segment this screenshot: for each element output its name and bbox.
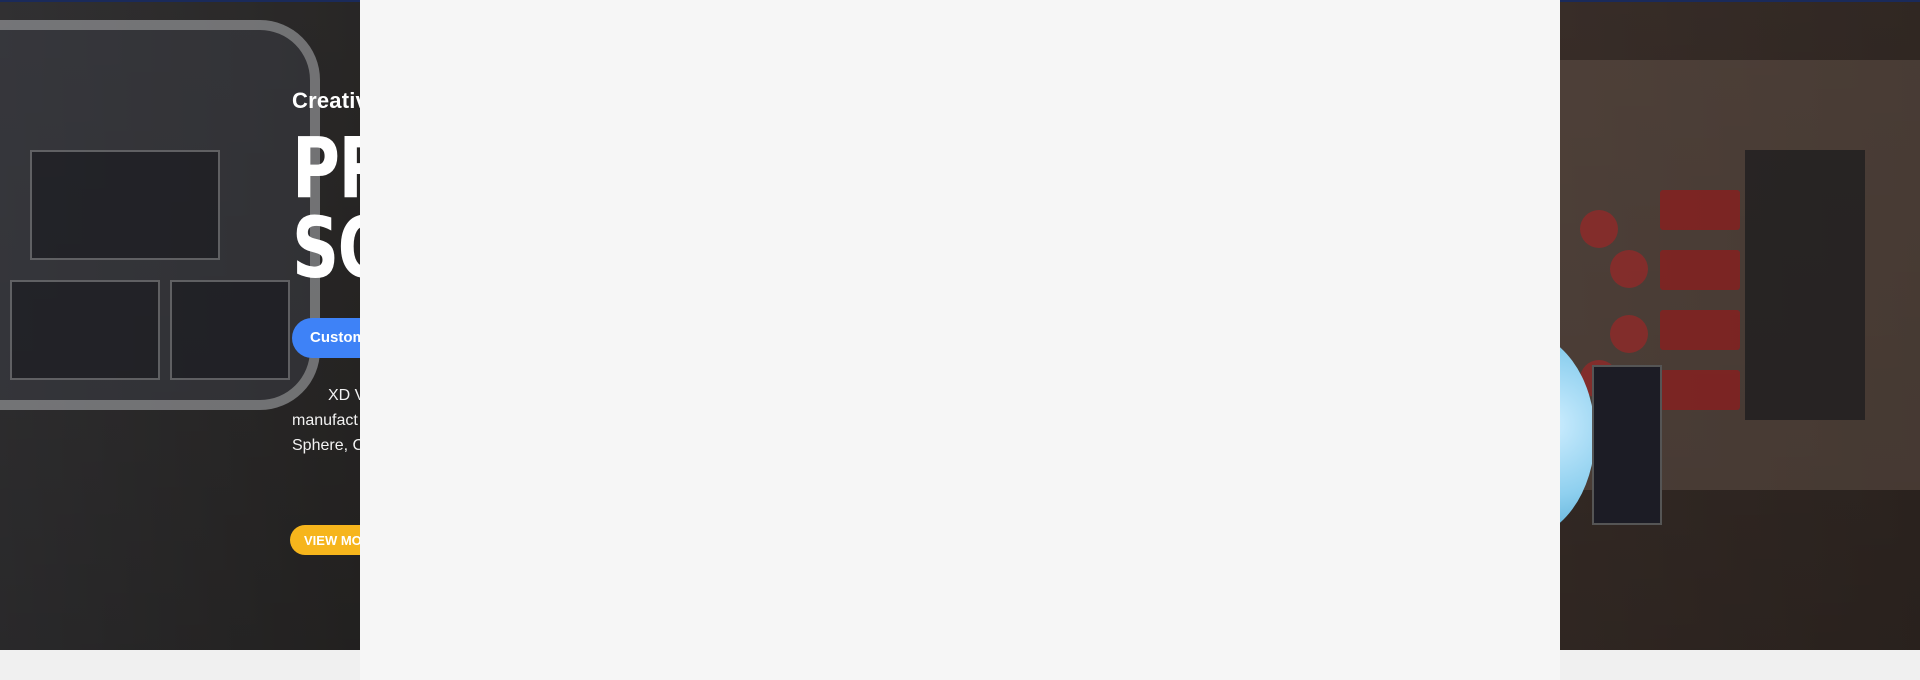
background-red-box [1660,190,1740,230]
background-poster [30,150,220,260]
background-red-circle [1580,210,1618,248]
background-poster [170,280,290,380]
background-red-box [1660,370,1740,410]
wall-mount-bracket-image [1592,365,1662,525]
background-red-box [1660,250,1740,290]
background-red-box [1660,310,1740,350]
background-red-circle [1610,315,1648,353]
background-red-circle [1610,250,1648,288]
blank-overlay-panel [360,0,1560,680]
background-exhibit-wall-left [0,20,320,410]
background-poster [10,280,160,380]
background-panel [1745,150,1865,420]
